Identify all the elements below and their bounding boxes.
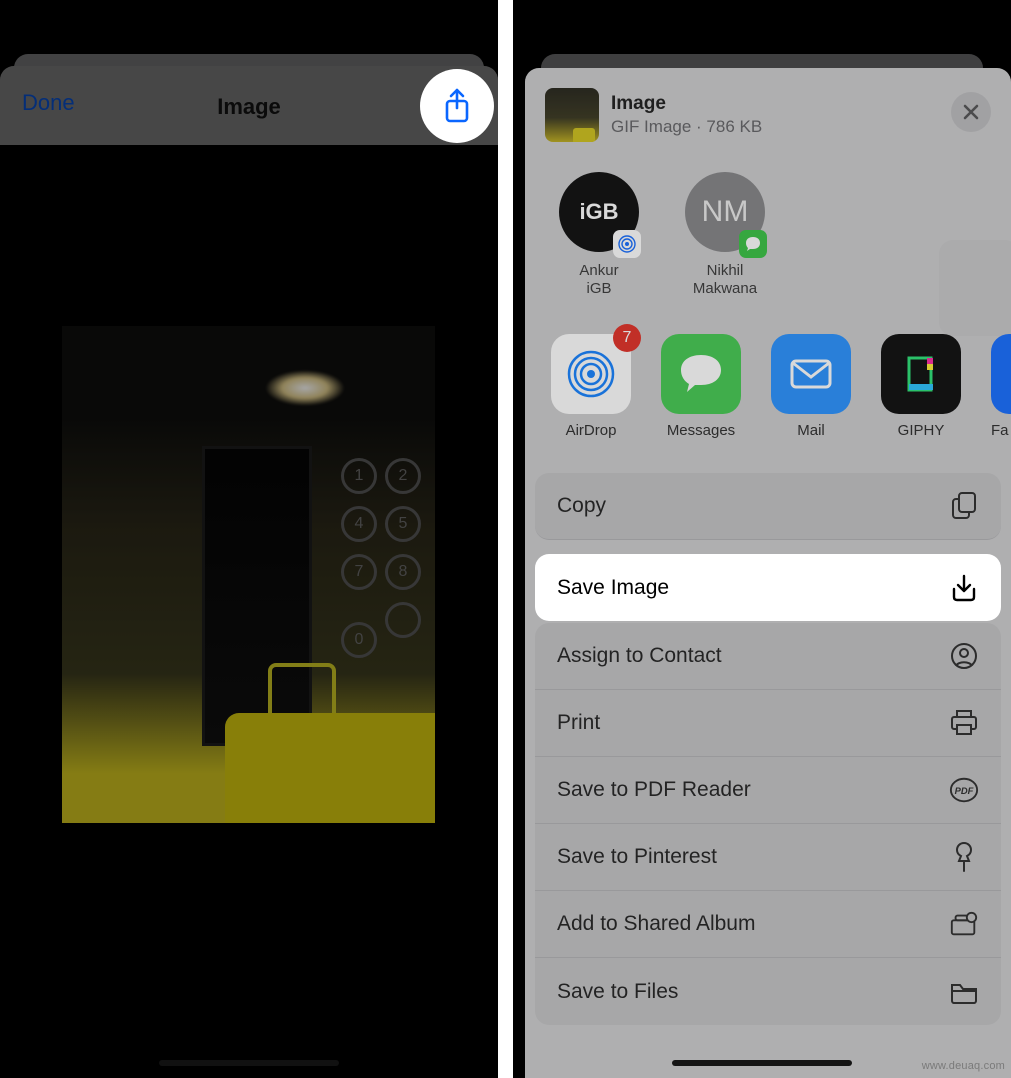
share-actions: Copy Save Image Assign to Contact — [525, 447, 1011, 1025]
shared-album-icon — [949, 909, 979, 939]
action-assign-contact[interactable]: Assign to Contact — [535, 623, 1001, 690]
share-sheet: Image GIF Image · 786 KB iGB — [525, 68, 1011, 1078]
share-thumbnail — [545, 88, 599, 142]
app-mail[interactable]: Mail — [771, 334, 851, 439]
download-icon — [949, 573, 979, 603]
mail-icon — [771, 334, 851, 414]
contact-icon — [949, 641, 979, 671]
app-partial[interactable]: Fa — [991, 334, 1011, 439]
app-icon — [991, 334, 1011, 414]
screenshot-divider — [498, 0, 513, 1078]
contact-name: Ankur iGB — [551, 262, 647, 298]
pdf-icon: PDF — [949, 775, 979, 805]
left-screenshot: Done Image 12 — [0, 0, 498, 1078]
preview-header: Done Image — [0, 66, 498, 148]
share-button[interactable] — [420, 69, 494, 143]
preview-image[interactable]: 12 45 78 0 — [62, 326, 435, 823]
share-header: Image GIF Image · 786 KB — [525, 68, 1011, 148]
app-label: Messages — [661, 422, 741, 439]
watermark: www.deuaq.com — [922, 1060, 1005, 1072]
contact-name: Nikhil Makwana — [677, 262, 773, 298]
action-save-image[interactable]: Save Image — [535, 554, 1001, 621]
app-label: GIPHY — [881, 422, 961, 439]
app-giphy[interactable]: GIPHY — [881, 334, 961, 439]
app-label: Fa — [991, 422, 1011, 439]
airdrop-icon: 7 — [551, 334, 631, 414]
share-title: Image — [611, 93, 762, 115]
messages-badge-icon — [739, 230, 767, 258]
action-save-pdf[interactable]: Save to PDF Reader PDF — [535, 757, 1001, 824]
print-icon — [949, 708, 979, 738]
image-preview-sheet: Done Image 12 — [0, 66, 498, 1078]
copy-icon — [949, 491, 979, 521]
messages-icon — [661, 334, 741, 414]
preview-title: Image — [217, 94, 281, 120]
giphy-icon — [881, 334, 961, 414]
close-button[interactable] — [951, 92, 991, 132]
action-print[interactable]: Print — [535, 690, 1001, 757]
share-icon — [442, 88, 472, 124]
action-copy[interactable]: Copy — [535, 473, 1001, 540]
action-save-files[interactable]: Save to Files — [535, 958, 1001, 1025]
share-apps-row: 7 AirDrop Messages Mail — [525, 306, 1011, 447]
action-save-pinterest[interactable]: Save to Pinterest — [535, 824, 1001, 891]
action-add-shared-album[interactable]: Add to Shared Album — [535, 891, 1001, 958]
svg-text:PDF: PDF — [955, 786, 974, 796]
pin-icon — [949, 842, 979, 872]
done-button[interactable]: Done — [22, 90, 75, 116]
folder-icon — [949, 977, 979, 1007]
action-group: Assign to Contact Print Save to PDF Read… — [535, 623, 1001, 1025]
app-airdrop[interactable]: 7 AirDrop — [551, 334, 631, 439]
contact-nikhil-makwana[interactable]: NM Nikhil Makwana — [677, 172, 773, 298]
app-messages[interactable]: Messages — [661, 334, 741, 439]
share-subtitle: GIF Image · 786 KB — [611, 117, 762, 137]
home-indicator[interactable] — [159, 1060, 339, 1066]
home-indicator[interactable] — [672, 1060, 852, 1066]
contact-ankur-igb[interactable]: iGB Ankur iGB — [551, 172, 647, 298]
notification-badge: 7 — [613, 324, 641, 352]
preview-body: 12 45 78 0 — [0, 145, 498, 1078]
right-screenshot: Image GIF Image · 786 KB iGB — [513, 0, 1011, 1078]
airdrop-badge-icon — [613, 230, 641, 258]
app-label: Mail — [771, 422, 851, 439]
close-icon — [962, 103, 980, 121]
app-label: AirDrop — [551, 422, 631, 439]
